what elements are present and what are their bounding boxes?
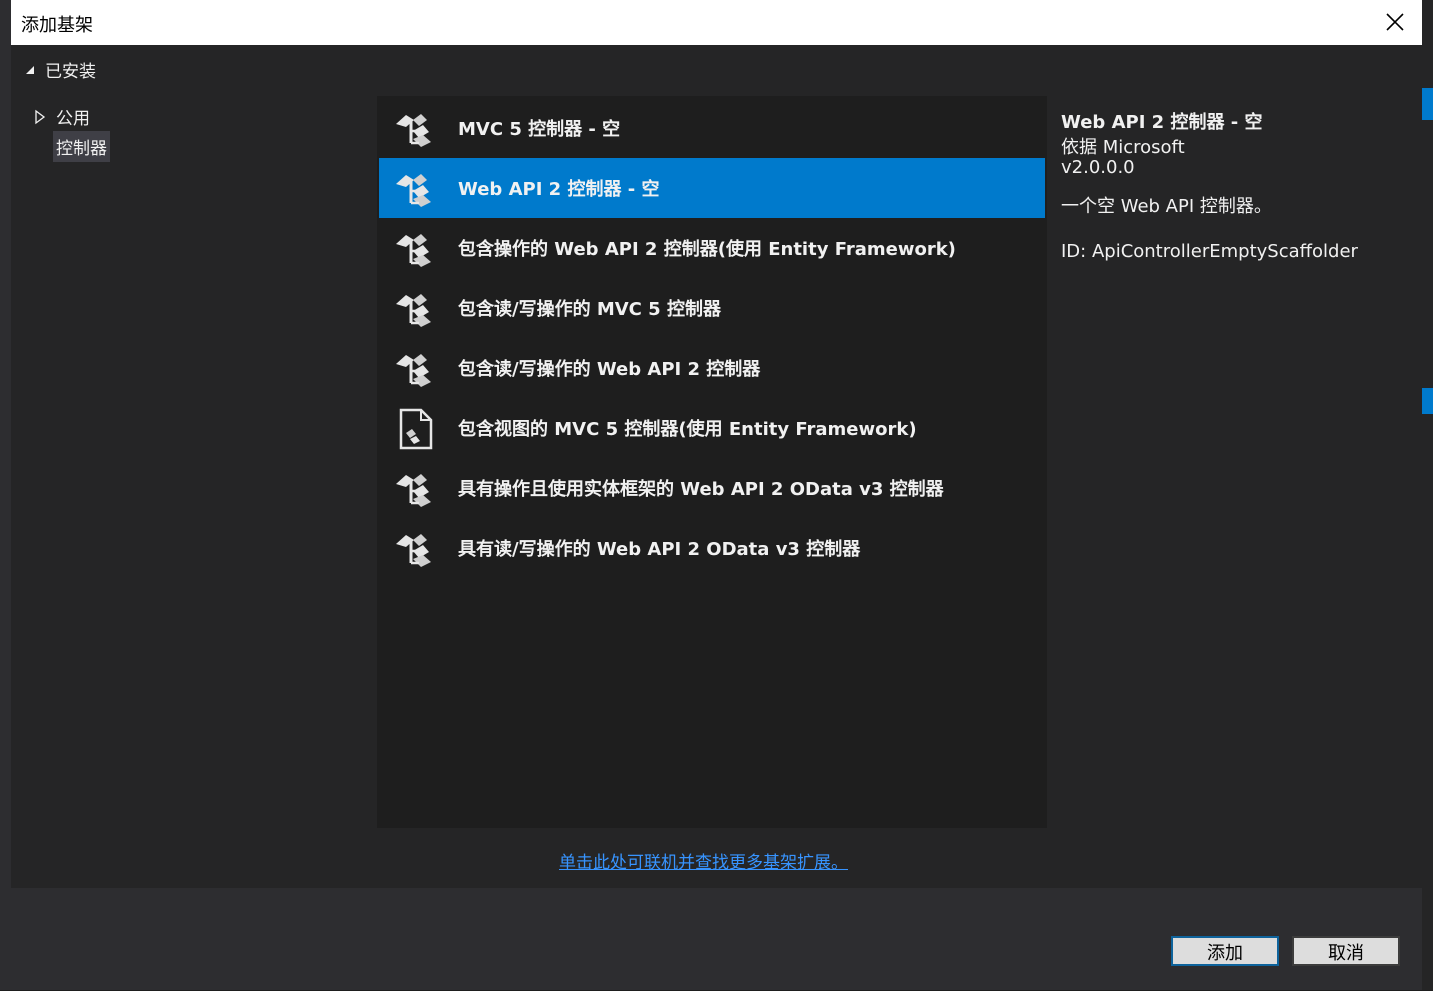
scaffolder-item[interactable]: Web API 2 控制器 - 空	[379, 158, 1045, 218]
add-scaffold-dialog: 添加基架 已安装 公用 控制器 MVC 5 控制器 - 空 Web API 2 控…	[11, 0, 1422, 990]
cancel-button[interactable]: 取消	[1292, 936, 1400, 966]
controller-icon	[396, 114, 431, 147]
controller-icon	[396, 294, 431, 327]
expand-triangle-icon	[35, 109, 46, 124]
scaffolder-item[interactable]: 具有读/写操作的 Web API 2 OData v3 控制器	[379, 518, 1045, 578]
view-controller-icon	[399, 408, 433, 450]
background-ide-right	[1422, 0, 1433, 990]
tree-item-installed[interactable]: 已安装	[23, 57, 96, 82]
online-extensions-link[interactable]: 单击此处可联机并查找更多基架扩展。	[559, 848, 848, 873]
controller-icon	[396, 534, 431, 567]
scaffolder-label: 具有读/写操作的 Web API 2 OData v3 控制器	[458, 539, 861, 560]
detail-id: ID: ApiControllerEmptyScaffolder	[1061, 241, 1358, 262]
scaffolder-label: 具有操作且使用实体框架的 Web API 2 OData v3 控制器	[458, 479, 944, 500]
detail-author: 依据 Microsoft	[1061, 137, 1185, 158]
scaffolder-label: 包含视图的 MVC 5 控制器(使用 Entity Framework)	[458, 419, 917, 440]
controller-icon	[396, 174, 431, 207]
detail-title: Web API 2 控制器 - 空	[1061, 112, 1263, 133]
scaffolder-label: MVC 5 控制器 - 空	[458, 119, 621, 140]
scaffolder-item[interactable]: 包含操作的 Web API 2 控制器(使用 Entity Framework)	[379, 218, 1045, 278]
scaffolder-item[interactable]: MVC 5 控制器 - 空	[379, 98, 1045, 158]
add-button[interactable]: 添加	[1171, 936, 1279, 966]
scaffolder-label: Web API 2 控制器 - 空	[458, 179, 660, 200]
tree-item-label: 公用	[56, 109, 90, 129]
dialog-titlebar: 添加基架	[11, 0, 1422, 45]
dialog-content: 已安装 公用 控制器 MVC 5 控制器 - 空 Web API 2 控制器 - …	[11, 45, 1422, 888]
close-icon	[1386, 13, 1404, 31]
controller-icon	[396, 354, 431, 387]
tree-item-controller[interactable]: 控制器	[53, 131, 110, 162]
scaffolder-label: 包含读/写操作的 MVC 5 控制器	[458, 299, 721, 320]
scaffolder-list[interactable]: MVC 5 控制器 - 空 Web API 2 控制器 - 空包含操作的 Web …	[377, 96, 1047, 828]
collapse-triangle-icon	[26, 65, 34, 74]
scaffolder-item[interactable]: 包含读/写操作的 Web API 2 控制器	[379, 338, 1045, 398]
tree-item-label: 控制器	[56, 139, 107, 159]
scaffolder-item[interactable]: 包含读/写操作的 MVC 5 控制器	[379, 278, 1045, 338]
controller-icon	[396, 234, 431, 267]
detail-version: v2.0.0.0	[1061, 157, 1135, 178]
scaffolder-item[interactable]: 具有操作且使用实体框架的 Web API 2 OData v3 控制器	[379, 458, 1045, 518]
scaffolder-label: 包含操作的 Web API 2 控制器(使用 Entity Framework)	[458, 239, 956, 260]
tree-item-common[interactable]: 公用	[33, 104, 90, 129]
scaffolder-label: 包含读/写操作的 Web API 2 控制器	[458, 359, 761, 380]
scaffolder-item[interactable]: 包含视图的 MVC 5 控制器(使用 Entity Framework)	[379, 398, 1045, 458]
close-button[interactable]	[1376, 4, 1414, 40]
detail-description: 一个空 Web API 控制器。	[1061, 196, 1272, 217]
tree-item-label: 已安装	[45, 62, 96, 82]
background-ide-left	[0, 0, 11, 990]
dialog-title: 添加基架	[21, 15, 93, 36]
controller-icon	[396, 474, 431, 507]
